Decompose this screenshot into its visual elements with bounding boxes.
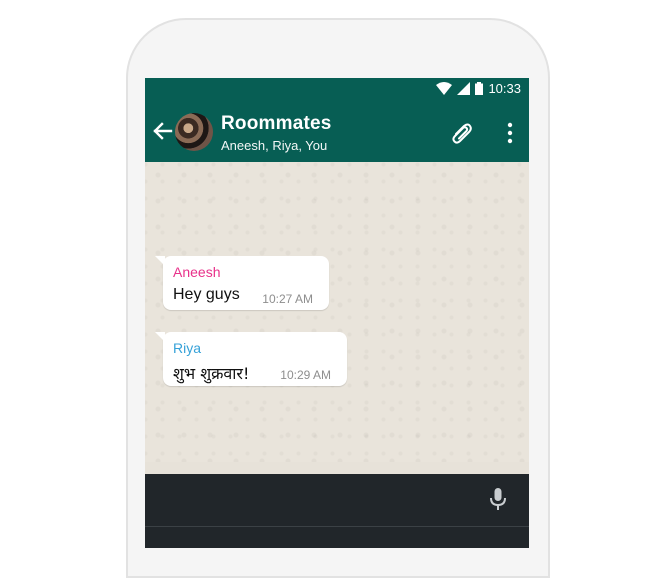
message-list: Aneesh Hey guys 10:27 AM Riya शुभ शुक्रव… — [145, 162, 529, 546]
message-bubble[interactable]: Aneesh Hey guys 10:27 AM — [155, 256, 329, 310]
chat-title[interactable]: Roommates — [221, 113, 332, 135]
message-time: 10:27 AM — [262, 292, 313, 306]
message-sender: Aneesh — [173, 264, 221, 280]
message-bubble[interactable]: Riya शुभ शुक्रवार! 10:29 AM — [155, 332, 347, 386]
more-vert-icon[interactable] — [505, 122, 515, 144]
wifi-icon — [436, 82, 453, 95]
attach-icon[interactable] — [449, 120, 475, 146]
message-sender: Riya — [173, 340, 202, 356]
chat-header: Roommates Aneesh, Riya, You — [145, 100, 529, 162]
status-bar: 10:33 — [145, 78, 529, 100]
group-avatar[interactable] — [175, 113, 213, 151]
message-text: Hey guys — [173, 286, 240, 303]
status-time: 10:33 — [488, 81, 521, 96]
battery-icon — [475, 82, 484, 95]
keyboard-mic-icon[interactable] — [489, 486, 507, 512]
message-text: शुभ शुक्रवार! — [173, 364, 250, 383]
back-arrow-icon[interactable] — [151, 120, 173, 142]
keyboard-panel — [145, 474, 529, 548]
message-time: 10:29 AM — [280, 368, 331, 382]
signal-icon — [457, 82, 471, 95]
app-screen: 10:33 Roommates Aneesh, Riya, You Aneesh… — [145, 78, 529, 548]
keyboard-divider — [145, 526, 529, 527]
chat-participants[interactable]: Aneesh, Riya, You — [221, 138, 327, 153]
